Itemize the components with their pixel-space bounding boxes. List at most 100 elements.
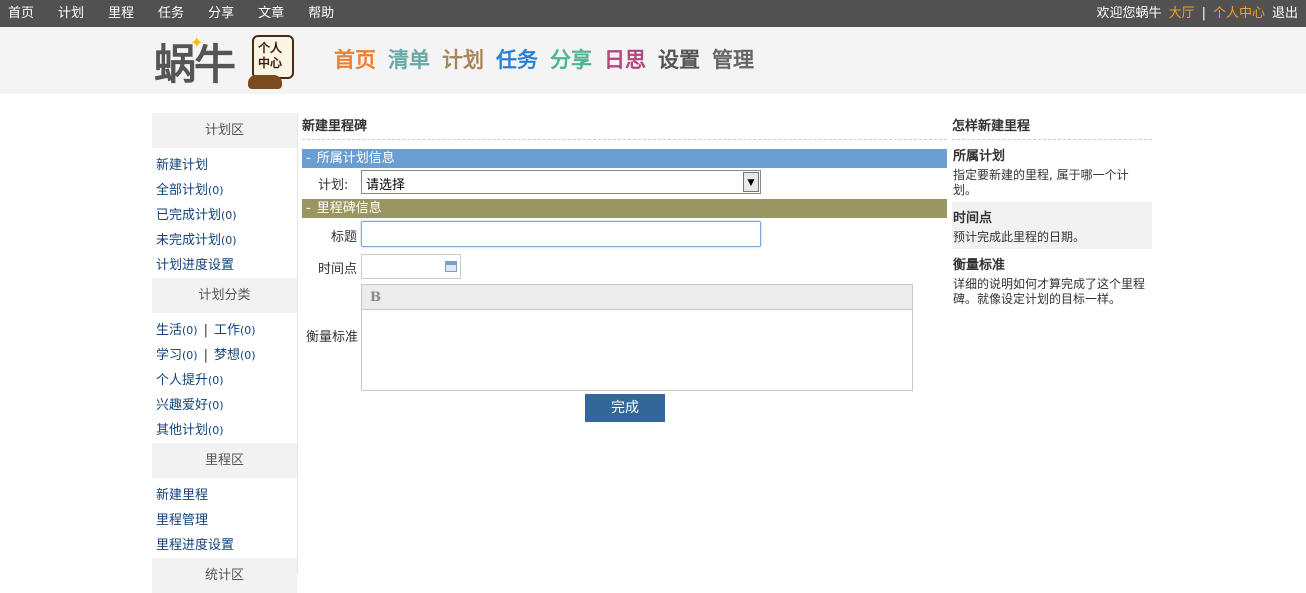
count-badge: (0) [240,324,256,337]
plan-select-value: 请选择 [366,178,406,193]
title-input[interactable] [361,221,761,247]
time-label: 时间点 [318,262,358,277]
life-label: 生活 [156,323,183,338]
milestone-progress-label: 里程进度设置 [156,538,235,553]
sidebar-item-other-plans[interactable]: 其他计划(0) [152,418,297,443]
sidebar-row-study-dream: 学习(0) | 梦想(0) [152,343,297,368]
sidebar-item-dream[interactable]: 梦想(0) [214,348,256,363]
page-title: 新建里程碑 [302,113,947,140]
count-badge: (0) [208,424,224,437]
study-label: 学习 [156,348,183,363]
title-input-field[interactable] [362,222,760,246]
main-nav: 首页 清单 计划 任务 分享 日思 设置 管理 [334,46,754,74]
collapse-icon: - [306,151,311,166]
top-nav-help[interactable]: 帮助 [308,0,334,27]
main-nav-plan[interactable]: 计划 [442,46,484,74]
star-icon: ✦ [190,33,204,52]
new-plan-label: 新建计划 [156,158,209,173]
chevron-down-icon[interactable]: ▼ [743,172,759,192]
count-badge: (0) [208,374,224,387]
top-nav-task[interactable]: 任务 [158,0,184,27]
editor-toolbar: B [362,285,912,310]
badge-line1: 个人 [258,41,283,55]
count-badge: (0) [221,234,237,247]
main-nav-manage[interactable]: 管理 [712,46,754,74]
top-nav-home[interactable]: 首页 [8,0,34,27]
help-block-time: 时间点 预计完成此里程的日期。 [952,202,1152,249]
main-nav-task[interactable]: 任务 [496,46,538,74]
sidebar-item-new-plan[interactable]: 新建计划 [152,153,297,178]
criteria-label: 衡量标准 [306,330,359,345]
sidebar-row-life-work: 生活(0) | 工作(0) [152,318,297,343]
top-nav-plan[interactable]: 计划 [58,0,84,27]
dream-label: 梦想 [214,348,241,363]
help-title: 怎样新建里程 [952,113,1152,140]
sidebar-item-self-improve[interactable]: 个人提升(0) [152,368,297,393]
welcome-text: 欢迎您蜗牛 [1096,6,1162,21]
help-block-plan: 所属计划 指定要新建的里程, 属于哪一个计划。 [952,140,1152,202]
sidebar-item-incomplete-plans[interactable]: 未完成计划(0) [152,228,297,253]
help-panel: 怎样新建里程 所属计划 指定要新建的里程, 属于哪一个计划。 时间点 预计完成此… [952,113,1152,311]
main-nav-journal[interactable]: 日思 [604,46,646,74]
top-bar: 首页 计划 里程 任务 分享 文章 帮助 欢迎您蜗牛 大厅 | 个人中心 退出 [0,0,1306,27]
sidebar-item-plan-progress[interactable]: 计划进度设置 [152,253,297,278]
section-label: 所属计划信息 [316,151,395,166]
top-nav-share[interactable]: 分享 [208,0,234,27]
main-nav-share[interactable]: 分享 [550,46,592,74]
collapse-icon: - [306,201,311,216]
incomplete-plans-label: 未完成计划 [156,233,222,248]
title-row: 标题 [302,218,947,249]
logo[interactable]: 蜗牛 ✦ 个人 中心 [154,33,304,91]
all-plans-label: 全部计划 [156,183,209,198]
submit-row: 完成 [302,394,947,424]
submit-button[interactable]: 完成 [585,394,665,422]
criteria-row: 衡量标准 B [302,280,947,394]
bold-button[interactable]: B [370,290,381,305]
section-header-milestone-info[interactable]: - 里程碑信息 [302,199,947,218]
sidebar-item-hobbies[interactable]: 兴趣爱好(0) [152,393,297,418]
plan-row: 计划: 请选择 ▼ [302,168,947,194]
work-label: 工作 [214,323,241,338]
section-label: 里程碑信息 [316,201,382,216]
other-plans-label: 其他计划 [156,423,209,438]
sidebar-item-study[interactable]: 学习(0) [156,348,198,363]
section-header-plan-info[interactable]: - 所属计划信息 [302,149,947,168]
count-badge: (0) [240,349,256,362]
logout-link[interactable]: 退出 [1272,0,1298,27]
main-nav-list[interactable]: 清单 [388,46,430,74]
sidebar-section-plan: 计划区 [152,113,297,148]
plan-select[interactable]: 请选择 ▼ [361,170,761,194]
separator: | [203,348,208,363]
top-nav: 首页 计划 里程 任务 分享 文章 帮助 [0,0,334,27]
count-badge: (0) [221,209,237,222]
header: 蜗牛 ✦ 个人 中心 首页 清单 计划 任务 分享 日思 设置 管理 [0,27,1306,94]
help-block-criteria: 衡量标准 详细的说明如何才算完成了这个里程碑。就像设定计划的目标一样。 [952,249,1152,311]
sidebar-item-work[interactable]: 工作(0) [214,323,256,338]
self-improve-label: 个人提升 [156,373,209,388]
main-nav-home[interactable]: 首页 [334,46,376,74]
hall-link[interactable]: 大厅 [1169,0,1195,27]
criteria-editor[interactable]: B [361,284,913,391]
title-label: 标题 [331,230,358,245]
sidebar-item-milestone-manage[interactable]: 里程管理 [152,508,297,533]
sidebar-item-life[interactable]: 生活(0) [156,323,198,338]
date-input[interactable] [361,254,461,279]
sidebar-item-all-plans[interactable]: 全部计划(0) [152,178,297,203]
count-badge: (0) [208,184,224,197]
sidebar-item-milestone-progress[interactable]: 里程进度设置 [152,533,297,558]
top-nav-article[interactable]: 文章 [258,0,284,27]
sidebar-item-completed-plans[interactable]: 已完成计划(0) [152,203,297,228]
top-nav-milestone[interactable]: 里程 [108,0,134,27]
main-nav-settings[interactable]: 设置 [658,46,700,74]
sidebar-item-new-milestone[interactable]: 新建里程 [152,483,297,508]
completed-plans-label: 已完成计划 [156,208,222,223]
hobbies-label: 兴趣爱好 [156,398,209,413]
personal-center-link[interactable]: 个人中心 [1213,0,1265,27]
help-text: 指定要新建的里程, 属于哪一个计划。 [953,168,1129,197]
count-badge: (0) [182,349,198,362]
calendar-icon[interactable] [445,261,457,272]
snail-icon [248,75,282,89]
milestone-manage-label: 里程管理 [156,513,209,528]
sidebar: 计划区 新建计划 全部计划(0) 已完成计划(0) 未完成计划(0) 计划进度设… [152,113,298,593]
sidebar-section-category: 计划分类 [152,278,297,313]
